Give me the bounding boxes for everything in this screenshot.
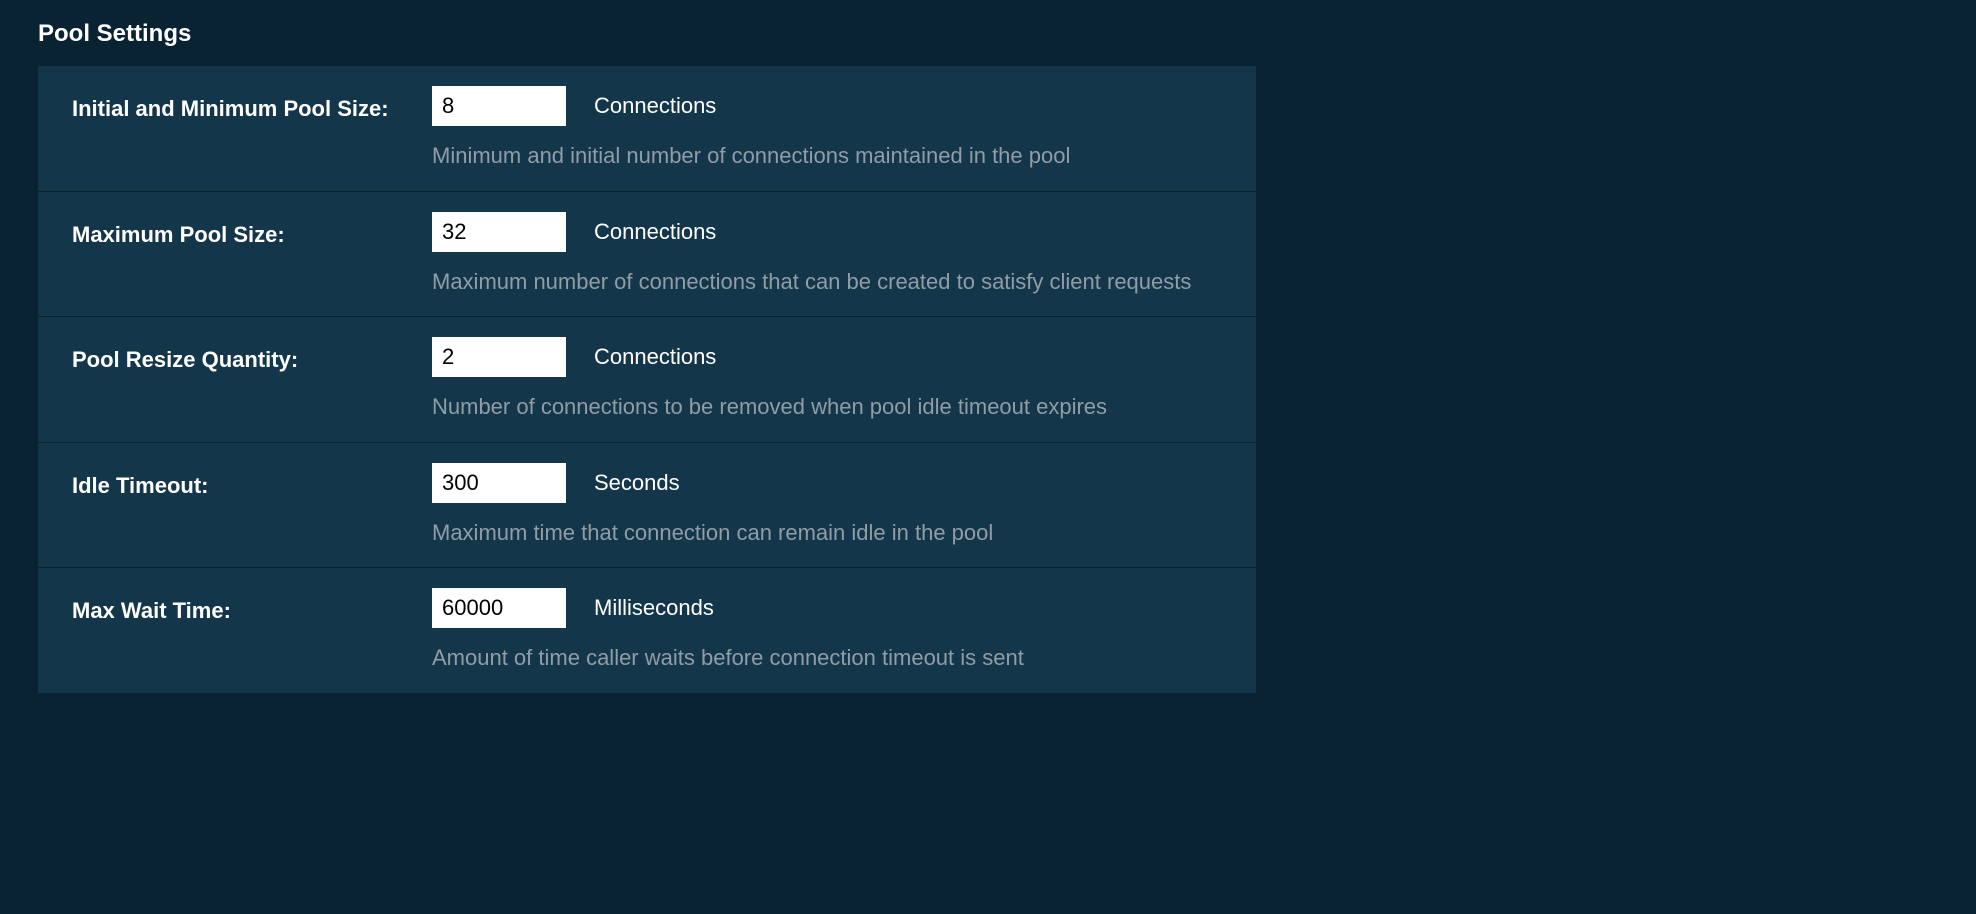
pool-resize-quantity-input[interactable] (432, 337, 566, 377)
value-col: Seconds Maximum time that connection can… (432, 463, 1256, 548)
pool-settings-container: Initial and Minimum Pool Size: Connectio… (38, 66, 1256, 693)
section-title: Pool Settings (38, 20, 1938, 48)
pool-resize-quantity-label: Pool Resize Quantity: (72, 347, 298, 372)
max-pool-size-description: Maximum number of connections that can b… (432, 268, 1256, 297)
initial-pool-size-label: Initial and Minimum Pool Size: (72, 96, 389, 121)
initial-pool-size-description: Minimum and initial number of connection… (432, 142, 1256, 171)
max-wait-time-unit: Milliseconds (594, 595, 714, 621)
value-col: Connections Maximum number of connection… (432, 212, 1256, 297)
input-line: Connections (432, 212, 1256, 252)
max-wait-time-label: Max Wait Time: (72, 598, 231, 623)
label-col: Initial and Minimum Pool Size: (72, 86, 432, 171)
setting-row-pool-resize-quantity: Pool Resize Quantity: Connections Number… (38, 317, 1256, 443)
label-col: Idle Timeout: (72, 463, 432, 548)
label-col: Max Wait Time: (72, 588, 432, 673)
value-col: Milliseconds Amount of time caller waits… (432, 588, 1256, 673)
input-line: Seconds (432, 463, 1256, 503)
label-col: Maximum Pool Size: (72, 212, 432, 297)
setting-row-max-wait-time: Max Wait Time: Milliseconds Amount of ti… (38, 568, 1256, 693)
initial-pool-size-input[interactable] (432, 86, 566, 126)
setting-row-max-pool-size: Maximum Pool Size: Connections Maximum n… (38, 192, 1256, 318)
input-line: Connections (432, 86, 1256, 126)
setting-row-initial-pool-size: Initial and Minimum Pool Size: Connectio… (38, 66, 1256, 192)
max-pool-size-unit: Connections (594, 219, 716, 245)
value-col: Connections Number of connections to be … (432, 337, 1256, 422)
idle-timeout-label: Idle Timeout: (72, 473, 209, 498)
idle-timeout-unit: Seconds (594, 470, 680, 496)
max-wait-time-input[interactable] (432, 588, 566, 628)
pool-resize-quantity-description: Number of connections to be removed when… (432, 393, 1256, 422)
initial-pool-size-unit: Connections (594, 93, 716, 119)
max-wait-time-description: Amount of time caller waits before conne… (432, 644, 1256, 673)
pool-resize-quantity-unit: Connections (594, 344, 716, 370)
input-line: Connections (432, 337, 1256, 377)
label-col: Pool Resize Quantity: (72, 337, 432, 422)
max-pool-size-input[interactable] (432, 212, 566, 252)
idle-timeout-description: Maximum time that connection can remain … (432, 519, 1256, 548)
setting-row-idle-timeout: Idle Timeout: Seconds Maximum time that … (38, 443, 1256, 569)
max-pool-size-label: Maximum Pool Size: (72, 222, 285, 247)
idle-timeout-input[interactable] (432, 463, 566, 503)
input-line: Milliseconds (432, 588, 1256, 628)
value-col: Connections Minimum and initial number o… (432, 86, 1256, 171)
